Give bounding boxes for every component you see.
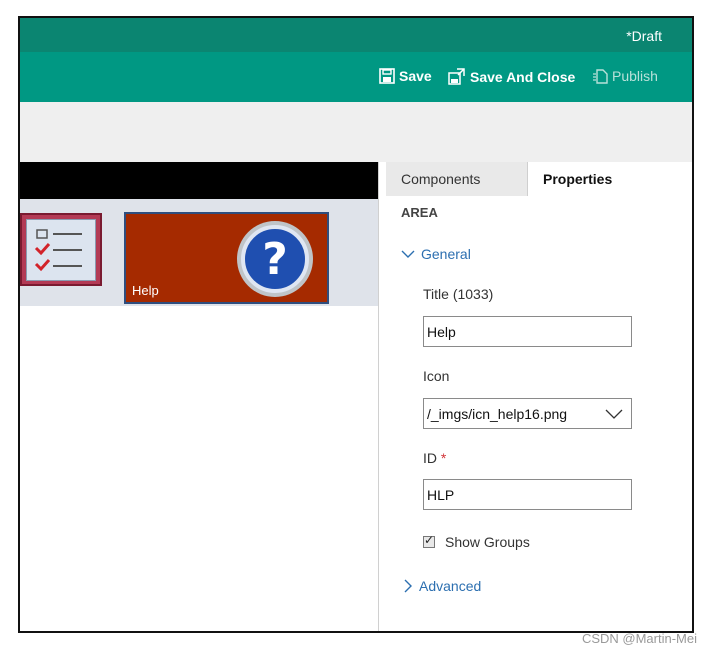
save-icon	[379, 68, 395, 84]
chevron-down-icon	[605, 409, 623, 419]
show-groups-row[interactable]: Show Groups	[423, 533, 530, 550]
help-question-icon: ?	[237, 221, 313, 297]
canvas-header-area	[20, 102, 692, 162]
icon-field-label: Icon	[423, 368, 450, 384]
publish-icon	[593, 69, 608, 84]
general-section-label: General	[421, 246, 471, 262]
save-and-close-button[interactable]: Save And Close	[448, 68, 575, 86]
sitemap-canvas: ? Help	[20, 162, 379, 631]
save-and-close-icon	[448, 68, 465, 85]
chevron-down-icon	[401, 250, 415, 258]
general-section-toggle[interactable]: General	[401, 246, 471, 262]
id-field-label: ID *	[423, 450, 446, 466]
publish-label: Publish	[612, 68, 658, 84]
area-tiles-row: ? Help	[20, 199, 379, 306]
advanced-section-label: Advanced	[419, 578, 482, 594]
icon-select[interactable]: /_imgs/icn_help16.png	[423, 398, 632, 429]
save-and-close-label: Save And Close	[470, 69, 576, 85]
icon-select-value: /_imgs/icn_help16.png	[427, 406, 568, 422]
save-button[interactable]: Save	[379, 68, 432, 84]
advanced-section-toggle[interactable]: Advanced	[403, 578, 481, 594]
title-field-label: Title (1033)	[423, 286, 494, 302]
save-label: Save	[399, 68, 432, 84]
svg-text:?: ?	[262, 234, 288, 285]
tile-help[interactable]: ? Help	[124, 212, 329, 304]
title-input[interactable]	[423, 316, 632, 347]
checklist-icon	[26, 219, 96, 281]
watermark: CSDN @Martin-Mei	[581, 631, 697, 646]
group-header-bar[interactable]	[20, 162, 379, 199]
tile-checklist[interactable]	[20, 213, 102, 286]
show-groups-checkbox[interactable]	[423, 533, 435, 548]
tab-properties[interactable]: Properties	[528, 162, 668, 196]
draft-status: *Draft	[626, 28, 662, 44]
canvas-divider	[378, 162, 379, 631]
area-heading: AREA	[401, 205, 438, 220]
properties-panel: Components Properties AREA General Title…	[386, 162, 668, 631]
tab-components[interactable]: Components	[386, 162, 528, 196]
tile-help-label: Help	[132, 283, 159, 298]
title-bar: *Draft	[20, 18, 692, 52]
required-mark: *	[440, 450, 447, 466]
id-input[interactable]	[423, 479, 632, 510]
app-window: *Draft Save Save And Close Publish ? Hel…	[18, 16, 694, 633]
panel-tabs: Components Properties	[386, 162, 668, 196]
id-label-text: ID	[423, 450, 437, 466]
publish-button[interactable]: Publish	[592, 68, 658, 84]
show-groups-label: Show Groups	[445, 534, 530, 550]
chevron-right-icon	[404, 579, 412, 593]
command-bar: Save Save And Close Publish	[20, 52, 692, 102]
